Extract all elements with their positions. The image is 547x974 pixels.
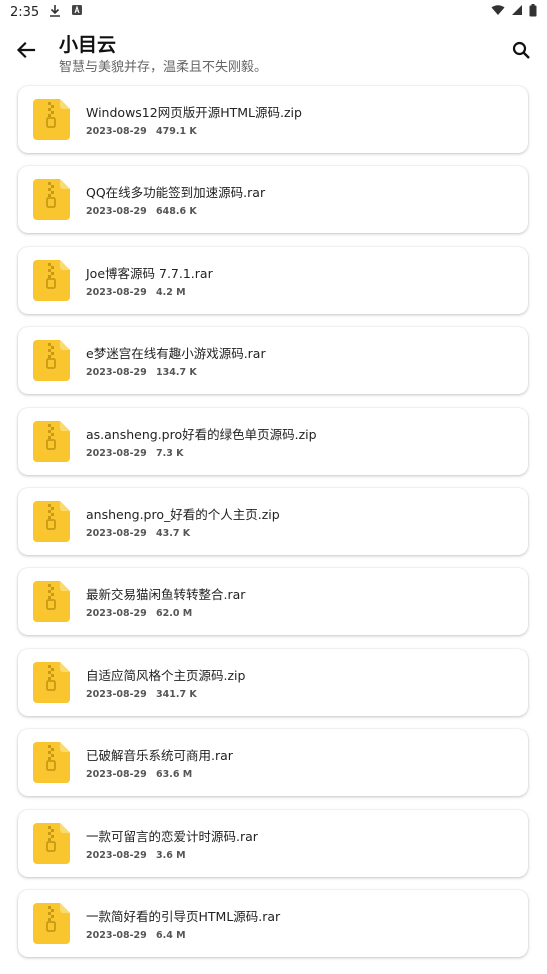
file-name: as.ansheng.pro好看的绿色单页源码.zip (86, 426, 317, 442)
file-item[interactable]: 已破解音乐系统可商用.rar 2023-08-29 63.6 M (18, 729, 528, 797)
file-size: 479.1 K (156, 126, 197, 137)
file-name: 自适应简风格个主页源码.zip (86, 667, 246, 683)
file-name: 已破解音乐系统可商用.rar (86, 748, 233, 764)
page-title: 小目云 (59, 34, 117, 56)
file-meta: 2023-08-29 3.6 M (86, 850, 186, 861)
file-meta: 2023-08-29 648.6 K (86, 206, 197, 217)
zip-file-icon (33, 501, 70, 542)
file-date: 2023-08-29 (86, 126, 147, 137)
file-item[interactable]: ansheng.pro_好看的个人主页.zip 2023-08-29 43.7 K (18, 488, 528, 555)
file-item[interactable]: 自适应简风格个主页源码.zip 2023-08-29 341.7 K (18, 648, 528, 716)
file-name: Windows12网页版开源HTML源码.zip (86, 105, 302, 120)
zip-file-icon (33, 903, 70, 944)
zip-file-icon (33, 99, 70, 140)
file-name: ansheng.pro_好看的个人主页.zip (86, 507, 280, 522)
file-meta: 2023-08-29 63.6 M (86, 769, 192, 780)
file-meta: 2023-08-29 6.4 M (86, 930, 186, 941)
zip-file-icon (33, 581, 70, 623)
file-date: 2023-08-29 (86, 367, 147, 379)
search-icon (512, 41, 530, 59)
file-item[interactable]: Joe博客源码 7.7.1.rar 2023-08-29 4.2 M (18, 246, 528, 314)
file-meta: 2023-08-29 479.1 K (86, 126, 197, 137)
file-item[interactable]: 一款可留言的恋爱计时源码.rar 2023-08-29 3.6 M (18, 809, 528, 877)
file-item[interactable]: 最新交易猫闲鱼转转整合.rar 2023-08-29 62.0 M (18, 568, 528, 636)
file-size: 134.7 K (156, 367, 197, 379)
status-bar: 2:35 (0, 0, 547, 24)
file-item[interactable]: e梦迷宫在线有趣小游戏源码.rar 2023-08-29 134.7 K (18, 327, 528, 395)
file-item[interactable]: as.ansheng.pro好看的绿色单页源码.zip 2023-08-29 7.3… (18, 407, 528, 475)
page-subtitle: 智慧与美貌并存，温柔且不失刚毅。 (59, 60, 268, 75)
file-date: 2023-08-29 (86, 528, 147, 539)
file-name: 最新交易猫闲鱼转转整合.rar (86, 587, 246, 603)
zip-file-icon (33, 340, 70, 382)
file-size: 62.0 M (156, 608, 193, 620)
app-bar: 小目云 智慧与美貌并存，温柔且不失刚毅。 (0, 24, 547, 80)
file-meta: 2023-08-29 341.7 K (86, 689, 197, 700)
file-meta: 2023-08-29 4.2 M (86, 287, 186, 298)
arrow-back-icon (16, 41, 36, 59)
file-meta: 2023-08-29 62.0 M (86, 608, 192, 619)
battery-icon (529, 3, 537, 21)
download-icon (49, 4, 61, 21)
file-size: 6.4 M (156, 930, 186, 941)
file-size: 4.2 M (156, 286, 186, 298)
file-name: 一款简好看的引导页HTML源码.rar (86, 909, 281, 924)
file-name: 一款可留言的恋爱计时源码.rar (86, 828, 258, 844)
file-size: 43.7 K (156, 528, 191, 539)
file-size: 341.7 K (156, 688, 197, 700)
zip-file-icon (33, 822, 70, 864)
file-size: 648.6 K (156, 206, 197, 218)
zip-file-icon (33, 742, 70, 784)
file-date: 2023-08-29 (86, 769, 147, 781)
file-item[interactable]: 一款简好看的引导页HTML源码.rar 2023-08-29 6.4 M (18, 890, 528, 957)
file-date: 2023-08-29 (86, 930, 147, 941)
zip-file-icon (33, 661, 70, 703)
status-time: 2:35 (10, 4, 40, 20)
back-button[interactable] (12, 36, 40, 64)
file-meta: 2023-08-29 7.3 K (86, 448, 184, 459)
file-date: 2023-08-29 (86, 608, 147, 620)
file-date: 2023-08-29 (86, 447, 147, 459)
file-size: 7.3 K (156, 447, 184, 459)
file-date: 2023-08-29 (86, 849, 147, 861)
file-size: 63.6 M (156, 769, 193, 781)
app-notification-icon (71, 4, 83, 20)
zip-file-icon (33, 259, 70, 301)
search-button[interactable] (509, 38, 533, 62)
signal-icon (511, 4, 523, 20)
file-name: e梦迷宫在线有趣小游戏源码.rar (86, 346, 266, 362)
file-item[interactable]: QQ在线多功能签到加速源码.rar 2023-08-29 648.6 K (18, 166, 528, 234)
file-name: QQ在线多功能签到加速源码.rar (86, 185, 266, 201)
file-meta: 2023-08-29 134.7 K (86, 367, 197, 378)
zip-file-icon (33, 420, 70, 462)
wifi-icon (491, 4, 505, 20)
file-name: Joe博客源码 7.7.1.rar (86, 265, 213, 281)
file-item[interactable]: Windows12网页版开源HTML源码.zip 2023-08-29 479.1 … (18, 86, 528, 153)
zip-file-icon (33, 179, 70, 221)
file-meta: 2023-08-29 43.7 K (86, 528, 190, 539)
file-size: 3.6 M (156, 849, 186, 861)
file-date: 2023-08-29 (86, 688, 147, 700)
file-date: 2023-08-29 (86, 206, 147, 218)
file-date: 2023-08-29 (86, 286, 147, 298)
